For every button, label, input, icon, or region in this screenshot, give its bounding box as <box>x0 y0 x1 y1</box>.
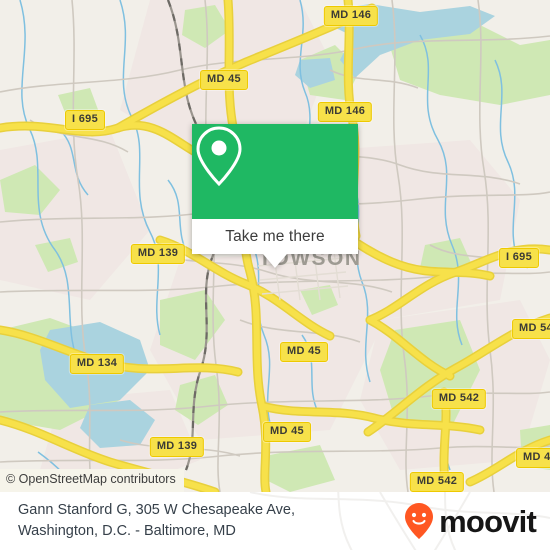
footer-bar: Gann Stanford G, 305 W Chesapeake Ave, W… <box>0 492 550 550</box>
road-shield[interactable]: MD 45 <box>263 422 311 442</box>
location-title-line-1: Gann Stanford G, 305 W Chesapeake Ave, <box>18 502 296 519</box>
popup-tail-pointer <box>263 254 287 268</box>
osm-attribution[interactable]: © OpenStreetMap contributors <box>0 469 184 492</box>
take-me-there-label: Take me there <box>225 227 325 245</box>
road-shield[interactable]: MD 146 <box>317 102 373 122</box>
road-shield[interactable]: MD 45 <box>280 342 328 362</box>
moovit-brand-logo[interactable]: moovit <box>404 502 537 540</box>
popup-cta-area[interactable]: Take me there <box>192 219 358 268</box>
road-shield[interactable]: I 695 <box>499 248 539 268</box>
moovit-map-screenshot: TOWSON MD 146 MD 45 MD 146 I 695 MD 139 … <box>0 0 550 550</box>
road-shield[interactable]: MD 542 <box>431 389 487 409</box>
popup-icon-area <box>192 124 358 219</box>
road-shield[interactable]: MD 43 <box>516 448 550 468</box>
road-shield[interactable]: MD 134 <box>69 354 125 374</box>
road-shield[interactable]: MD 146 <box>323 6 379 26</box>
moovit-smiley-pin-icon <box>405 503 434 539</box>
road-shield[interactable]: I 695 <box>65 110 105 130</box>
map-canvas[interactable]: TOWSON MD 146 MD 45 MD 146 I 695 MD 139 … <box>0 0 550 492</box>
destination-popup-card[interactable]: Take me there <box>192 124 358 268</box>
road-shield[interactable]: MD 542 <box>409 472 465 492</box>
road-shield[interactable]: MD 139 <box>130 244 186 264</box>
moovit-wordmark: moovit <box>439 503 537 539</box>
road-shield[interactable]: MD 45 <box>200 70 248 90</box>
location-title: Gann Stanford G, 305 W Chesapeake Ave, W… <box>18 500 295 541</box>
road-shield[interactable]: MD 139 <box>149 437 205 457</box>
road-shield[interactable]: MD 54 <box>512 319 550 339</box>
location-title-line-2: Washington, D.C. - Baltimore, MD <box>18 523 236 539</box>
location-pin-icon <box>196 126 242 187</box>
